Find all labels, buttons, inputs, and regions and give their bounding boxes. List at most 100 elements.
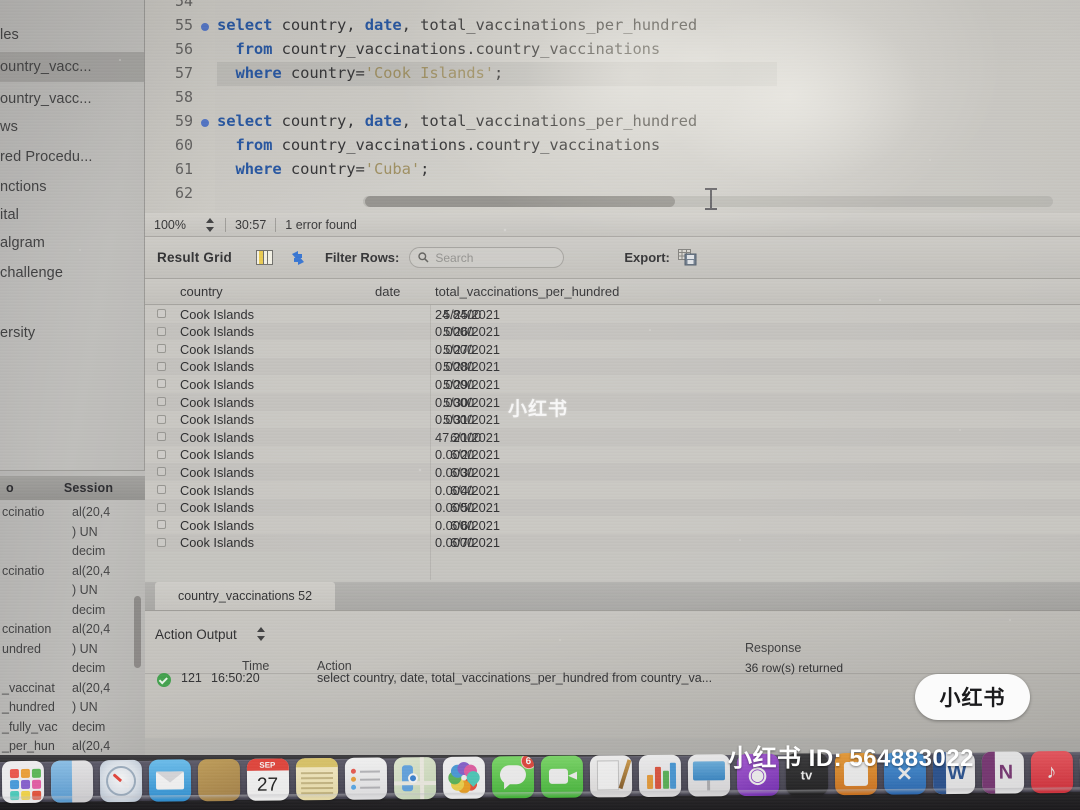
sidebar-item-9[interactable]: ersity [0,318,144,348]
row-select-checkbox[interactable] [157,397,166,406]
cell-total-vaccinations-per-hundred[interactable]: 0.0000 [435,342,474,357]
refresh-icon[interactable] [289,249,307,267]
column-header-date[interactable]: date [375,284,400,299]
row-select-checkbox[interactable] [157,361,166,371]
reminder-line-icon [359,770,380,773]
sidebar-item-2[interactable]: ountry_vacc... [0,84,144,114]
cell-total-vaccinations-per-hundred[interactable]: 0.0000 [435,535,474,550]
cell-total-vaccinations-per-hundred[interactable]: 24.8400 [435,307,481,322]
cell-total-vaccinations-per-hundred[interactable]: 0.0000 [435,483,474,498]
cell-country[interactable]: Cook Islands [180,412,254,427]
cell-country[interactable]: Cook Islands [180,324,254,339]
cell-total-vaccinations-per-hundred[interactable]: 0.0000 [435,359,474,374]
cell-country[interactable]: Cook Islands [180,359,254,374]
result-grid-rows[interactable]: Cook Islands 5/25/2021 24.8400 Cook Islands… [145,305,1080,580]
columns-scrollbar-thumb[interactable] [134,596,141,668]
cell-total-vaccinations-per-hundred[interactable]: 0.0000 [435,518,474,533]
code-token: ; [493,64,504,82]
notes-line-icon [300,781,333,784]
result-tab-country-vaccinations[interactable]: country_vaccinations 52 [155,582,335,610]
cell-total-vaccinations-per-hundred[interactable]: 0.0000 [435,465,474,480]
cell-country[interactable]: Cook Islands [180,535,254,550]
sql-editor[interactable]: 54 55 select country, date, total_vaccinat… [145,0,1080,213]
code-line[interactable]: select country, date, total_vaccinations… [217,16,697,34]
editor-cursor-position: 30:57 [234,217,267,232]
action-output-header-response: Response [745,641,802,655]
column-separator[interactable] [430,305,431,580]
editor-zoom-stepper[interactable] [195,213,225,236]
cell-country[interactable]: Cook Islands [180,377,254,392]
editor-zoom-level[interactable]: 100% [145,213,195,236]
code-line[interactable]: from country_vaccinations.country_vaccin… [217,40,660,58]
row-select-checkbox[interactable] [157,537,166,547]
table-row[interactable]: Cook Islands 5/30/2021 0.0000 [145,393,1080,411]
export-icon[interactable] [677,248,698,267]
cell-country[interactable]: Cook Islands [180,483,254,498]
cell-total-vaccinations-per-hundred[interactable]: 47.2000 [435,430,481,445]
cell-country[interactable]: Cook Islands [180,430,254,445]
row-select-checkbox[interactable] [157,467,166,477]
table-row[interactable]: Cook Islands 5/29/2021 0.0000 [145,375,1080,393]
column-header-total_vaccinations_per_hundred[interactable]: total_vaccinations_per_hundred [435,284,619,299]
code-line[interactable]: where country='Cuba'; [217,160,429,178]
cell-country[interactable]: Cook Islands [180,500,254,515]
row-select-checkbox[interactable] [157,326,166,336]
column-header-country[interactable]: country [180,284,223,299]
cell-country[interactable]: Cook Islands [180,518,254,533]
sidebar-item-5[interactable]: nctions [0,172,144,202]
cell-total-vaccinations-per-hundred[interactable]: 0.0000 [435,324,474,339]
cell-country[interactable]: Cook Islands [180,465,254,480]
table-row[interactable]: Cook Islands 5/26/2021 0.0000 [145,322,1080,341]
row-select-checkbox[interactable] [157,344,166,354]
sidebar-item-0[interactable]: les [0,20,144,50]
table-row[interactable]: Cook Islands 6/4/2021 0.0000 [145,481,1080,499]
table-row[interactable]: Cook Islands 6/2/2021 0.0000 [145,445,1080,464]
table-row[interactable]: Cook Islands 5/27/2021 0.0000 [145,340,1080,358]
cell-country[interactable]: Cook Islands [180,342,254,357]
sidebar-item-7[interactable]: algram [0,228,144,258]
grid-view-icon[interactable] [255,249,273,266]
table-row[interactable]: Cook Islands 5/28/2021 0.0000 [145,357,1080,376]
editor-hscrollbar-thumb[interactable] [365,196,675,207]
row-select-checkbox[interactable] [157,309,166,318]
cell-country[interactable]: Cook Islands [180,447,254,462]
sidebar-item-4[interactable]: red Procedu... [0,142,144,172]
cell-total-vaccinations-per-hundred[interactable]: 0.0000 [435,447,474,462]
cell-total-vaccinations-per-hundred[interactable]: 0.0000 [435,377,474,392]
editor-error-count[interactable]: 1 error found [276,213,366,236]
row-select-checkbox[interactable] [157,520,166,530]
row-select-checkbox[interactable] [157,414,166,424]
cell-total-vaccinations-per-hundred[interactable]: 0.0000 [435,395,474,410]
row-select-checkbox[interactable] [157,449,166,459]
cell-total-vaccinations-per-hundred[interactable]: 0.0000 [435,500,474,515]
line-number: 56 [174,40,193,58]
cell-total-vaccinations-per-hundred[interactable]: 0.0000 [435,412,474,427]
result-tabs-strip[interactable]: country_vaccinations 52 [145,582,1080,610]
columns-info-panel[interactable]: o Session ccinatio al(20,4) UN decim ccinat… [0,470,145,755]
code-line[interactable]: where country='Cook Islands'; [217,64,503,82]
table-row[interactable]: Cook Islands 6/5/2021 0.0000 [145,498,1080,517]
search-input[interactable]: Search [409,247,565,268]
cell-country[interactable]: Cook Islands [180,395,254,410]
table-row[interactable]: Cook Islands 5/25/2021 24.8400 [145,305,1080,323]
row-select-checkbox[interactable] [157,485,166,494]
breakpoint-icon[interactable] [201,23,209,31]
sidebar-item-1[interactable]: ountry_vacc... [0,52,144,82]
table-row[interactable]: Cook Islands 6/6/2021 0.0000 [145,516,1080,534]
cell-country[interactable]: Cook Islands [180,307,254,322]
sidebar-item-8[interactable]: challenge [0,258,144,288]
row-select-checkbox[interactable] [157,502,166,512]
table-row[interactable]: Cook Islands 6/7/2021 0.0000 [145,533,1080,552]
sidebar-item-3[interactable]: ws [0,112,144,142]
code-line[interactable]: from country_vaccinations.country_vaccin… [217,136,660,154]
action-output-dropdown[interactable] [255,625,267,648]
breakpoint-icon[interactable] [201,119,209,127]
result-grid-panel[interactable]: Result Grid Filter Rows: Search Export: … [145,237,1080,582]
code-line[interactable]: select country, date, total_vaccinations… [217,112,697,130]
row-select-checkbox[interactable] [157,432,166,442]
table-row[interactable]: Cook Islands 6/1/2021 47.2000 [145,428,1080,446]
table-row[interactable]: Cook Islands 6/3/2021 0.0000 [145,463,1080,481]
table-row[interactable]: Cook Islands 5/31/2021 0.0000 [145,410,1080,429]
row-select-checkbox[interactable] [157,379,166,389]
sidebar-item-6[interactable]: ital [0,200,144,230]
